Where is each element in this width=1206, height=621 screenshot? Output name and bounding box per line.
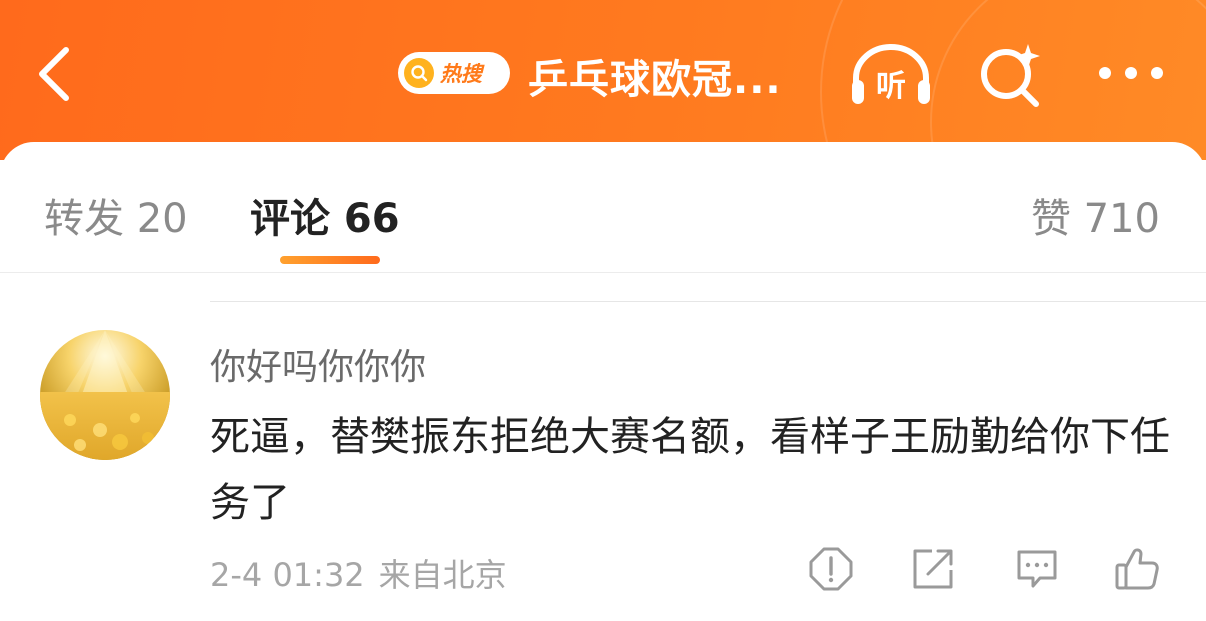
divider xyxy=(0,272,1206,273)
comment-time: 2-4 01:32 xyxy=(210,556,365,594)
tab-bar: 转发 20 评论 66 赞 710 xyxy=(0,142,1206,272)
search-icon xyxy=(404,58,434,88)
back-icon[interactable] xyxy=(28,42,82,106)
share-icon[interactable] xyxy=(910,546,956,592)
comment-meta: 2-4 01:32 来自北京 xyxy=(210,550,507,596)
listen-label: 听 xyxy=(876,69,906,104)
sparkle-search-icon[interactable] xyxy=(976,40,1048,108)
page-title[interactable]: 乒乓球欧冠... xyxy=(528,47,782,105)
comment-text: 死逼，替樊振东拒绝大赛名额，看样子王励勤给你下任务了 xyxy=(210,414,1170,526)
tab-comment[interactable]: 评论 66 xyxy=(250,186,400,244)
avatar[interactable] xyxy=(40,330,170,460)
tab-like[interactable]: 赞 710 xyxy=(1031,186,1160,244)
top-bar: 热搜 乒乓球欧冠... 听 xyxy=(0,0,1206,160)
reply-icon[interactable] xyxy=(1014,546,1060,592)
tab-repost[interactable]: 转发 20 xyxy=(44,186,188,244)
hot-search-badge[interactable]: 热搜 xyxy=(398,52,510,94)
more-icon[interactable] xyxy=(1096,60,1166,86)
report-icon[interactable] xyxy=(808,546,854,592)
like-icon[interactable] xyxy=(1114,546,1160,592)
active-tab-indicator xyxy=(280,256,380,264)
divider xyxy=(210,301,1206,302)
comment-location: 来自北京 xyxy=(378,556,507,594)
hot-badge-label: 热搜 xyxy=(440,62,482,86)
headphones-icon[interactable]: 听 xyxy=(848,40,934,108)
comment-username[interactable]: 你好吗你你你 xyxy=(210,338,426,390)
